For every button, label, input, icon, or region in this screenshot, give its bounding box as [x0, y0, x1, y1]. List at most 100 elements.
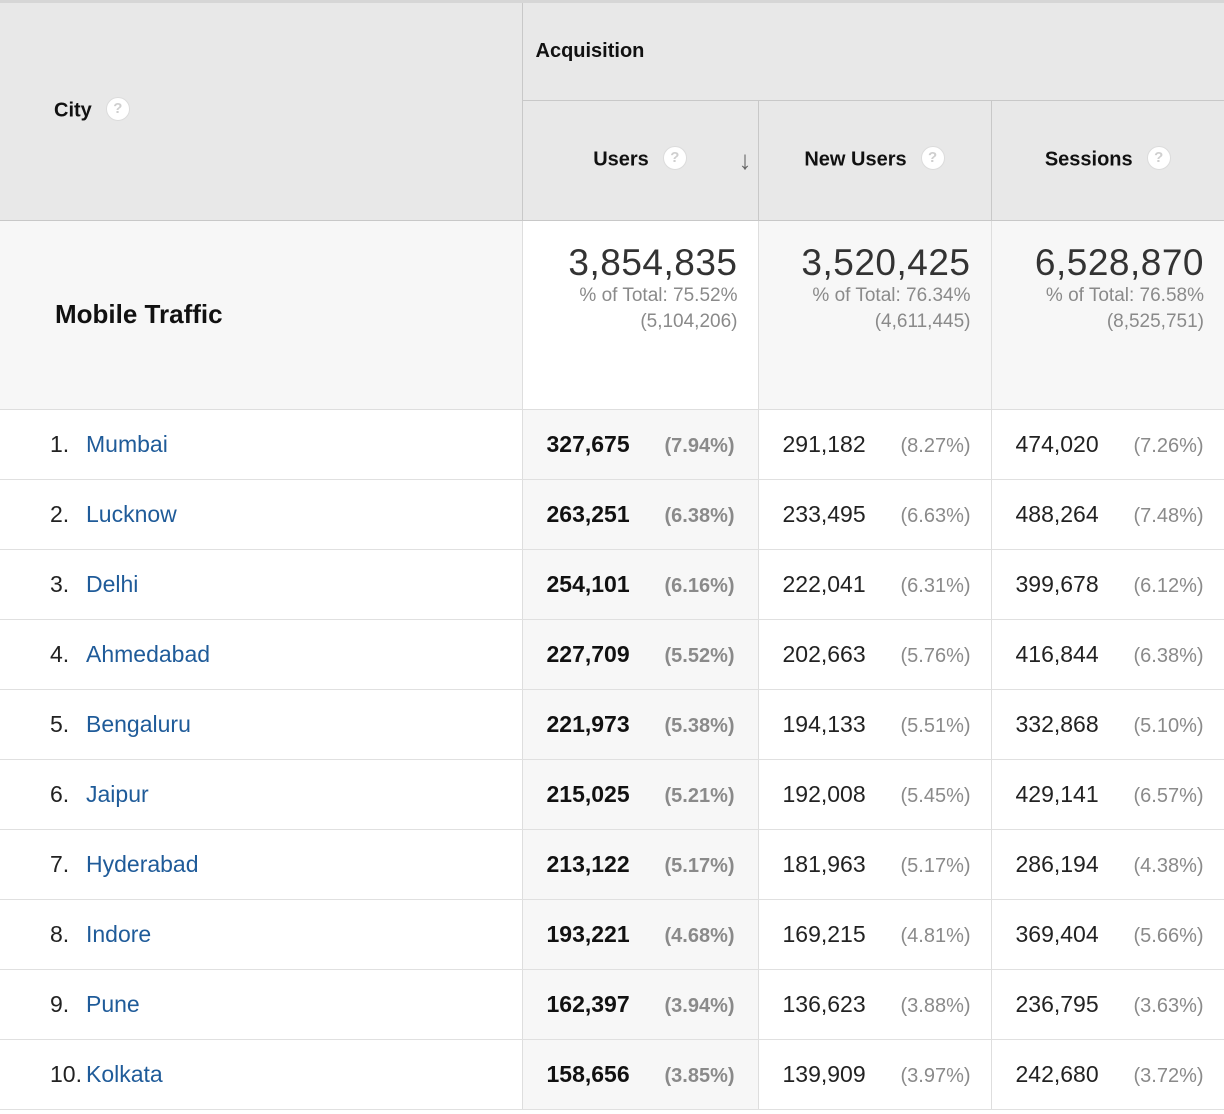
totals-row: Mobile Traffic 3,854,835 % of Total: 75.…	[0, 220, 1224, 410]
table-row: 9. Pune 162,397 (3.94%) 136,623 (3.88%) 236,79…	[0, 969, 1224, 1040]
users-cell: 213,122 (5.17%)	[522, 829, 759, 900]
new-users-total: 3,520,425 % of Total: 76.34% (4,611,445)	[758, 220, 992, 410]
table-row: 1. Mumbai 327,675 (7.94%) 291,182 (8.27%) 474,…	[0, 409, 1224, 480]
sessions-value: 474,020	[1015, 430, 1099, 457]
new-users-cell: 222,041 (6.31%)	[758, 549, 992, 620]
users-percent: (5.38%)	[664, 714, 735, 737]
users-total: 3,854,835 % of Total: 75.52% (5,104,206)	[522, 220, 759, 410]
row-rank: 2.	[50, 500, 70, 527]
sessions-header-label: Sessions	[1044, 148, 1133, 171]
users-percent: (5.52%)	[664, 644, 735, 667]
sessions-percent: (3.72%)	[1133, 1064, 1204, 1087]
city-link[interactable]: Ahmedabad	[86, 641, 210, 667]
sessions-value: 332,868	[1015, 710, 1099, 737]
sessions-value: 488,264	[1015, 500, 1099, 527]
new-users-cell: 202,663 (5.76%)	[758, 619, 992, 690]
sessions-cell: 332,868 (5.10%)	[991, 689, 1224, 760]
city-link[interactable]: Lucknow	[86, 501, 177, 527]
row-rank: 1.	[50, 430, 70, 457]
users-value: 158,656	[546, 1060, 630, 1087]
city-cell: 8. Indore	[0, 899, 523, 970]
sessions-percent: (7.48%)	[1133, 504, 1204, 527]
new-users-value: 136,623	[782, 990, 866, 1017]
city-table: City? Acquisition Users? ↓ New Users? Se…	[0, 3, 1224, 1110]
sessions-total-value: 6,528,870	[1034, 241, 1204, 283]
help-icon[interactable]: ?	[1146, 146, 1171, 170]
sessions-total: 6,528,870 % of Total: 76.58% (8,525,751)	[991, 220, 1224, 410]
city-link[interactable]: Pune	[86, 991, 140, 1017]
sessions-value: 286,194	[1015, 850, 1099, 877]
city-link[interactable]: Mumbai	[86, 431, 168, 457]
new-users-percent: (3.97%)	[900, 1064, 971, 1087]
users-value: 162,397	[546, 990, 630, 1017]
sessions-cell: 399,678 (6.12%)	[991, 549, 1224, 620]
users-value: 327,675	[546, 430, 630, 457]
users-cell: 193,221 (4.68%)	[522, 899, 759, 970]
totals-label: Mobile Traffic	[0, 220, 523, 410]
row-rank: 9.	[50, 990, 70, 1017]
city-column-header[interactable]: City?	[0, 3, 523, 221]
users-cell: 215,025 (5.21%)	[522, 759, 759, 830]
users-header-label: Users	[593, 148, 649, 171]
new-users-value: 291,182	[782, 430, 866, 457]
users-value: 263,251	[546, 500, 630, 527]
help-icon[interactable]: ?	[662, 146, 687, 170]
new-users-value: 169,215	[782, 920, 866, 947]
sessions-cell: 429,141 (6.57%)	[991, 759, 1224, 830]
city-link[interactable]: Delhi	[86, 571, 138, 597]
city-header-label: City	[54, 99, 92, 122]
row-rank: 8.	[50, 920, 70, 947]
help-icon[interactable]: ?	[920, 146, 945, 170]
sessions-cell: 369,404 (5.66%)	[991, 899, 1224, 970]
sessions-percent: (7.26%)	[1133, 434, 1204, 457]
city-link[interactable]: Kolkata	[86, 1061, 163, 1087]
row-rank: 10.	[50, 1060, 82, 1087]
sessions-column-header[interactable]: Sessions?	[991, 100, 1224, 221]
users-value: 193,221	[546, 920, 630, 947]
sessions-value: 242,680	[1015, 1060, 1099, 1087]
new-users-value: 233,495	[782, 500, 866, 527]
city-cell: 7. Hyderabad	[0, 829, 523, 900]
table-row: 2. Lucknow 263,251 (6.38%) 233,495 (6.63%) 488…	[0, 479, 1224, 550]
new-users-column-header[interactable]: New Users?	[758, 100, 992, 221]
users-percent: (5.17%)	[664, 854, 735, 877]
new-users-total-absolute: (4,611,445)	[874, 310, 971, 332]
sessions-cell: 416,844 (6.38%)	[991, 619, 1224, 690]
sort-descending-icon[interactable]: ↓	[739, 145, 752, 176]
users-percent: (6.38%)	[664, 504, 735, 527]
sessions-percent: (6.12%)	[1133, 574, 1204, 597]
city-link[interactable]: Bengaluru	[86, 711, 191, 737]
sessions-value: 369,404	[1015, 920, 1099, 947]
new-users-cell: 139,909 (3.97%)	[758, 1039, 992, 1110]
new-users-cell: 136,623 (3.88%)	[758, 969, 992, 1040]
table-row: 7. Hyderabad 213,122 (5.17%) 181,963 (5.17%) 2…	[0, 829, 1224, 900]
users-column-header[interactable]: Users? ↓	[522, 100, 759, 221]
city-link[interactable]: Indore	[86, 921, 151, 947]
city-cell: 5. Bengaluru	[0, 689, 523, 760]
new-users-cell: 194,133 (5.51%)	[758, 689, 992, 760]
users-cell: 263,251 (6.38%)	[522, 479, 759, 550]
city-cell: 4. Ahmedabad	[0, 619, 523, 690]
new-users-value: 139,909	[782, 1060, 866, 1087]
sessions-value: 236,795	[1015, 990, 1099, 1017]
new-users-percent: (4.81%)	[900, 924, 971, 947]
users-value: 215,025	[546, 780, 630, 807]
users-percent: (4.68%)	[664, 924, 735, 947]
city-cell: 3. Delhi	[0, 549, 523, 620]
users-cell: 162,397 (3.94%)	[522, 969, 759, 1040]
city-cell: 2. Lucknow	[0, 479, 523, 550]
city-link[interactable]: Hyderabad	[86, 851, 199, 877]
new-users-header-label: New Users	[804, 148, 907, 171]
sessions-total-absolute: (8,525,751)	[1106, 310, 1204, 332]
new-users-percent: (6.63%)	[900, 504, 971, 527]
sessions-value: 399,678	[1015, 570, 1099, 597]
city-cell: 6. Jaipur	[0, 759, 523, 830]
new-users-value: 202,663	[782, 640, 866, 667]
sessions-percent: (5.66%)	[1133, 924, 1204, 947]
help-icon[interactable]: ?	[105, 97, 130, 122]
users-total-absolute: (5,104,206)	[640, 310, 738, 332]
new-users-cell: 181,963 (5.17%)	[758, 829, 992, 900]
new-users-value: 192,008	[782, 780, 866, 807]
city-link[interactable]: Jaipur	[86, 781, 149, 807]
sessions-cell: 236,795 (3.63%)	[991, 969, 1224, 1040]
